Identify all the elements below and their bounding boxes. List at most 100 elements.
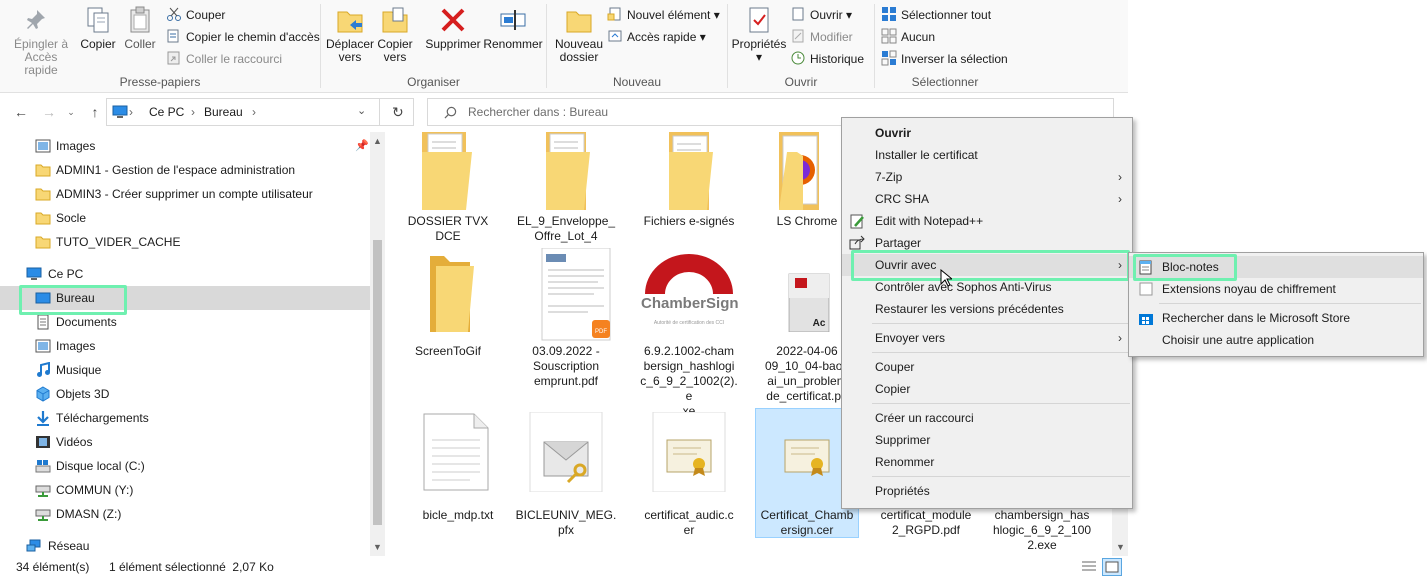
- submenu-item-extensions-chiffrement[interactable]: Extensions noyau de chiffrement: [1129, 278, 1423, 300]
- file-item-bicleuniv-pfx[interactable]: BICLEUNIV_MEG. pfx: [514, 411, 618, 538]
- copy-button[interactable]: Copier: [78, 4, 118, 51]
- item-count: 34 élément(s): [16, 560, 90, 574]
- menu-item-supprimer[interactable]: Supprimer: [842, 429, 1132, 451]
- share-icon: [849, 235, 865, 250]
- submenu-item-autre-application[interactable]: Choisir une autre application: [1129, 329, 1423, 351]
- new-item-button[interactable]: Nouvel élément ▾: [607, 5, 720, 25]
- sidebar-item-commun[interactable]: COMMUN (Y:): [0, 478, 370, 502]
- paste-button[interactable]: Coller: [120, 4, 160, 51]
- file-name: 6.9.2.1002-cham bersign_hashlogi c_6_9_2…: [640, 344, 738, 418]
- menu-item-restaurer-versions[interactable]: Restaurer les versions précédentes: [842, 298, 1132, 320]
- menu-item-notepadpp[interactable]: Edit with Notepad++: [842, 210, 1132, 232]
- sidebar-item-label: Ce PC: [48, 267, 84, 281]
- submenu-item-label: Choisir une autre application: [1162, 333, 1315, 347]
- menu-item-crc-sha[interactable]: CRC SHA ›: [842, 188, 1132, 210]
- sidebar-item-socle[interactable]: Socle: [0, 206, 370, 230]
- sidebar-item-images[interactable]: Images: [0, 334, 370, 358]
- sidebar-scrollbar-thumb[interactable]: [373, 240, 382, 525]
- sidebar-item-ce-pc[interactable]: Ce PC: [0, 262, 370, 286]
- select-none-label: Aucun: [901, 30, 936, 44]
- menu-item-label: Restaurer les versions précédentes: [875, 302, 1064, 316]
- rename-button[interactable]: Renommer: [483, 4, 543, 51]
- menu-item-label: 7-Zip: [875, 170, 903, 184]
- sidebar-item-reseau[interactable]: Réseau: [0, 534, 370, 558]
- easy-access-button[interactable]: Accès rapide ▾: [607, 27, 706, 47]
- menu-item-copier[interactable]: Copier: [842, 378, 1132, 400]
- file-item-bicle-mdp-txt[interactable]: bicle_mdp.txt: [406, 412, 510, 523]
- sidebar-item-label: Musique: [56, 363, 102, 377]
- scroll-down-icon[interactable]: ▼: [373, 542, 382, 552]
- menu-item-ouvrir[interactable]: Ouvrir: [842, 122, 1132, 144]
- breadcrumb-bureau[interactable]: Bureau: [204, 105, 243, 119]
- menu-item-label: Envoyer vers: [875, 331, 946, 345]
- sidebar-item-images-quick[interactable]: Images 📌: [0, 134, 370, 158]
- select-all-button[interactable]: Sélectionner tout: [881, 5, 991, 25]
- invert-selection-button[interactable]: Inverser la sélection: [881, 49, 1008, 69]
- select-none-button[interactable]: Aucun: [881, 27, 935, 47]
- address-dropdown-icon[interactable]: ⌄: [357, 104, 366, 117]
- properties-button[interactable]: Propriétés ▾: [730, 4, 788, 64]
- new-group-label: Nouveau: [612, 75, 662, 89]
- delete-button[interactable]: Supprimer: [423, 4, 483, 51]
- bloc-notes-highlight-box: [1133, 254, 1237, 281]
- menu-item-7zip[interactable]: 7-Zip ›: [842, 166, 1132, 188]
- menu-item-envoyer-vers[interactable]: Envoyer vers ›: [842, 327, 1132, 349]
- menu-item-couper[interactable]: Couper: [842, 356, 1132, 378]
- file-item-chambersign-exe-2[interactable]: ChamberSign Autorité de certification de…: [637, 252, 741, 419]
- search-placeholder: Rechercher dans : Bureau: [468, 105, 609, 119]
- submenu-item-microsoft-store[interactable]: Rechercher dans le Microsoft Store: [1129, 307, 1423, 329]
- details-view-icon[interactable]: [1081, 560, 1097, 574]
- forward-arrow-icon[interactable]: →: [40, 103, 58, 121]
- menu-item-proprietes[interactable]: Propriétés: [842, 480, 1132, 502]
- large-icons-view-icon[interactable]: [1102, 558, 1122, 576]
- file-item-fichiers-e-signes[interactable]: Fichiers e-signés: [637, 132, 741, 229]
- file-item-souscription-pdf[interactable]: PDF 03.09.2022 - Souscription emprunt.pd…: [514, 247, 618, 389]
- sidebar-item-admin3[interactable]: ADMIN3 - Créer supprimer un compte utili…: [0, 182, 370, 206]
- sidebar-item-disque-local[interactable]: Disque local (C:): [0, 454, 370, 478]
- sidebar-item-admin1[interactable]: ADMIN1 - Gestion de l'espace administrat…: [0, 158, 370, 182]
- cut-button[interactable]: Couper: [166, 5, 225, 25]
- sidebar-item-objets-3d[interactable]: Objets 3D: [0, 382, 370, 406]
- objects3d-icon: [36, 386, 50, 402]
- refresh-icon[interactable]: ↻: [392, 104, 404, 121]
- pin-icon[interactable]: 📌: [355, 134, 369, 158]
- menu-item-installer-certificat[interactable]: Installer le certificat: [842, 144, 1132, 166]
- file-item-el9-enveloppe[interactable]: EL_9_Enveloppe_ Offre_Lot_4: [514, 132, 618, 244]
- edit-button[interactable]: Modifier: [790, 27, 853, 47]
- breadcrumb-ce-pc[interactable]: Ce PC: [149, 105, 184, 119]
- scroll-up-icon[interactable]: ▲: [373, 136, 382, 146]
- new-item-label: Nouvel élément: [627, 8, 711, 22]
- menu-item-creer-raccourci[interactable]: Créer un raccourci: [842, 407, 1132, 429]
- copy-label: Copier: [80, 37, 116, 51]
- file-item-dossier-tvx[interactable]: DOSSIER TVX DCE: [396, 132, 500, 244]
- pin-quick-access-button[interactable]: Épingler à Accès rapide: [8, 4, 74, 77]
- history-button[interactable]: Historique: [790, 49, 864, 69]
- dropdown-arrow-icon: ▾: [713, 8, 720, 22]
- file-name: Certificat_Chamb ersign.cer: [760, 508, 854, 537]
- file-item-screentogif[interactable]: ScreenToGif: [396, 252, 500, 359]
- sidebar-item-musique[interactable]: Musique: [0, 358, 370, 382]
- menu-item-label: Copier: [875, 382, 911, 396]
- back-arrow-icon[interactable]: ←: [12, 103, 30, 121]
- address-bar[interactable]: › Ce PC › Bureau › ⌄ ↻: [106, 98, 414, 126]
- delete-x-icon: [441, 8, 465, 32]
- up-arrow-icon[interactable]: ↑: [86, 103, 104, 121]
- sidebar-item-dmasn[interactable]: DMASN (Z:): [0, 502, 370, 526]
- menu-item-renommer[interactable]: Renommer: [842, 451, 1132, 473]
- folder-icon: [35, 188, 51, 201]
- scroll-down-icon[interactable]: ▼: [1116, 542, 1125, 552]
- move-to-button[interactable]: Déplacer vers: [325, 4, 375, 64]
- sidebar-item-tuto-vider-cache[interactable]: TUTO_VIDER_CACHE: [0, 230, 370, 254]
- copy-to-button[interactable]: Copier vers: [373, 4, 417, 64]
- recent-dropdown-icon[interactable]: ⌄: [62, 103, 80, 121]
- copy-path-button[interactable]: Copier le chemin d'accès: [166, 27, 320, 47]
- paste-shortcut-button[interactable]: Coller le raccourci: [166, 49, 282, 69]
- sidebar-item-telechargements[interactable]: Téléchargements: [0, 406, 370, 430]
- sidebar-item-videos[interactable]: Vidéos: [0, 430, 370, 454]
- file-item-certificat-audic[interactable]: certificat_audic.c er: [637, 411, 741, 538]
- select-none-icon: [881, 28, 897, 44]
- open-button[interactable]: Ouvrir ▾: [790, 5, 852, 25]
- file-name: DOSSIER TVX DCE: [407, 214, 489, 243]
- new-folder-button[interactable]: Nouveau dossier: [553, 4, 605, 64]
- file-name: certificat_module 2_RGPD.pdf: [880, 508, 972, 537]
